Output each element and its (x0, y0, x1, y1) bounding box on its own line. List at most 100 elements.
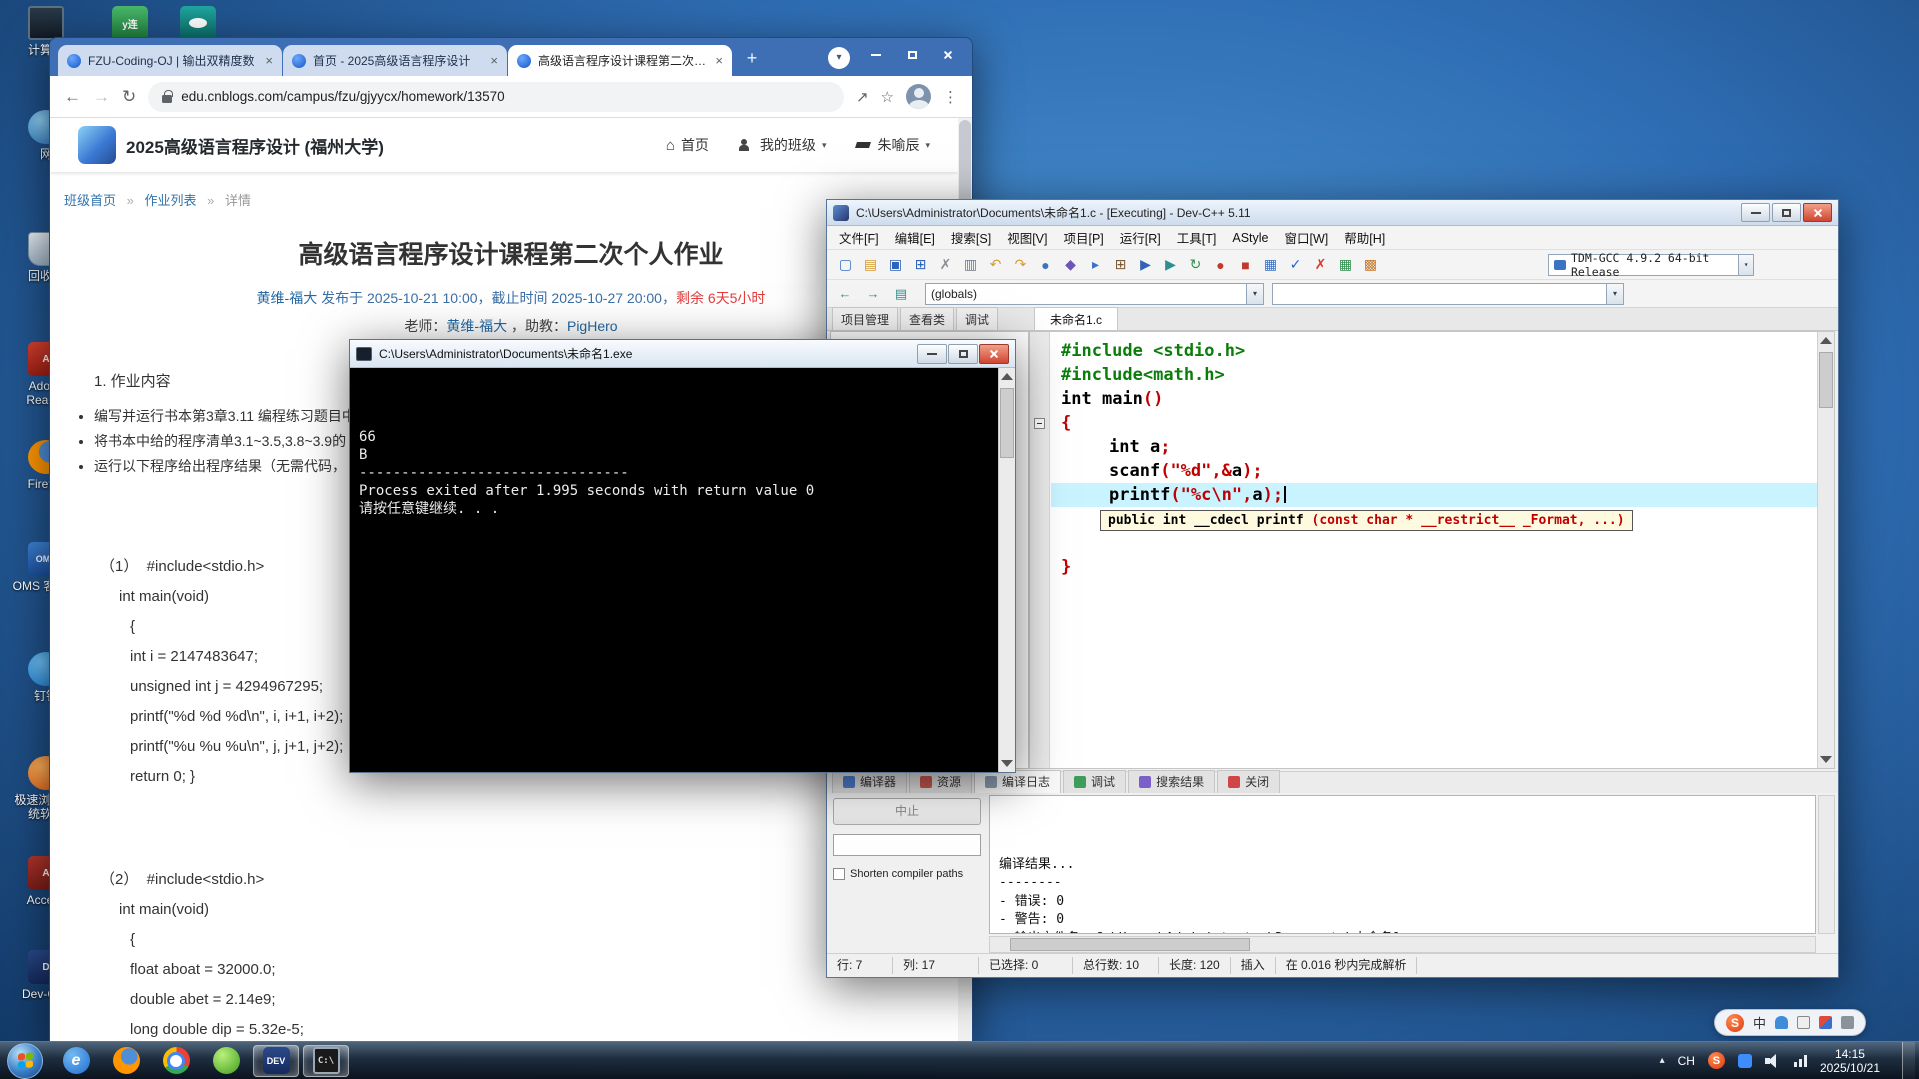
forward-icon[interactable]: → (861, 283, 885, 305)
menu-item[interactable]: 视图[V] (999, 225, 1055, 250)
print-icon[interactable]: ▥ (958, 253, 983, 277)
tab-close-icon[interactable]: × (490, 53, 498, 68)
console-titlebar[interactable]: C:\Users\Administrator\Documents\未命名1.ex… (350, 340, 1015, 368)
bottom-tab[interactable]: 编译日志 (974, 770, 1062, 793)
maximize-button[interactable] (894, 42, 930, 67)
console-scrollbar[interactable] (998, 368, 1015, 772)
taskbar-app[interactable]: e (53, 1045, 99, 1077)
minimize-button[interactable] (917, 343, 947, 364)
left-panel-tab[interactable]: 查看类 (900, 307, 955, 330)
find-icon[interactable]: ● (1033, 253, 1058, 277)
close-button[interactable] (1803, 203, 1832, 222)
run-icon[interactable]: ▶ (1133, 253, 1158, 277)
lock-icon[interactable] (162, 89, 173, 103)
tray-app-icon[interactable] (1737, 1053, 1752, 1068)
menu-item[interactable]: 搜索[S] (943, 225, 999, 250)
minimize-button[interactable] (858, 42, 894, 67)
menu-item[interactable]: 编辑[E] (887, 225, 943, 250)
keyboard-icon[interactable] (1797, 1016, 1811, 1029)
left-panel-tab[interactable]: 项目管理 (832, 307, 899, 330)
devcpp-titlebar[interactable]: C:\Users\Administrator\Documents\未命名1.c … (827, 200, 1838, 226)
browser-tab[interactable]: 高级语言程序设计课程第二次… × (508, 45, 732, 76)
bottom-tab[interactable]: 搜索结果 (1128, 770, 1216, 793)
teacher-link[interactable]: 黄维-福大 (446, 318, 507, 334)
menu-item[interactable]: 文件[F] (831, 225, 887, 250)
menu-item[interactable]: 运行[R] (1112, 225, 1169, 250)
show-desktop-button[interactable] (1902, 1041, 1915, 1079)
taskbar-app[interactable]: DEV (253, 1044, 299, 1077)
left-panel-tab[interactable]: 调试 (956, 307, 999, 330)
new-file-icon[interactable]: ▢ (833, 253, 858, 277)
menu-item[interactable]: AStyle (1224, 228, 1276, 248)
tray-expand-icon[interactable]: ▴ (1660, 1055, 1665, 1066)
bottom-tab[interactable]: 资源 (909, 770, 973, 793)
goto-line-icon[interactable]: ▸ (1083, 253, 1108, 277)
stop-icon[interactable]: ■ (1233, 253, 1258, 277)
url-bar[interactable]: edu.cnblogs.com/campus/fzu/gjyycx/homewo… (148, 81, 844, 112)
breadcrumb-home[interactable]: 班级首页 (64, 193, 116, 208)
close-button[interactable] (930, 42, 966, 67)
profile-avatar[interactable] (906, 84, 931, 109)
assistant-link[interactable]: PigHero (567, 318, 618, 334)
maximize-button[interactable] (1772, 203, 1801, 222)
profile-analyze-icon[interactable]: ▦ (1333, 253, 1358, 277)
bottom-tab[interactable]: 调试 (1063, 770, 1127, 793)
menu-item[interactable]: 帮助[H] (1336, 225, 1393, 250)
replace-icon[interactable]: ◆ (1058, 253, 1083, 277)
nav-home[interactable]: ⌂ 首页 (666, 135, 709, 155)
restore-button[interactable] (948, 343, 978, 364)
taskbar-clock[interactable]: 14:15 2025/10/21 (1820, 1047, 1880, 1075)
author-link[interactable]: 黄维-福大 (257, 290, 318, 306)
editor-scrollbar[interactable] (1817, 332, 1834, 768)
menu-item[interactable]: 工具[T] (1169, 225, 1225, 250)
share-icon[interactable]: ↗ (856, 88, 869, 106)
redo-icon[interactable]: ↷ (1008, 253, 1033, 277)
start-button[interactable] (7, 1042, 43, 1079)
rebuild-icon[interactable]: ↻ (1183, 253, 1208, 277)
undo-icon[interactable]: ↶ (983, 253, 1008, 277)
close-button[interactable] (979, 343, 1009, 364)
browser-tab[interactable]: FZU-Coding-OJ | 输出双精度数 × (58, 45, 282, 76)
sogou-logo-icon[interactable]: S (1726, 1013, 1744, 1032)
globals-select[interactable]: (globals) ▾ (925, 282, 1264, 305)
abort-button[interactable]: 中止 (833, 798, 981, 825)
menu-item[interactable]: 项目[P] (1055, 225, 1111, 250)
browser-tab[interactable]: 首页 - 2025高级语言程序设计 × (283, 45, 507, 76)
bottom-tab[interactable]: 关闭 (1217, 770, 1281, 793)
log-vscrollbar[interactable] (1818, 795, 1835, 934)
save-all-icon[interactable]: ⊞ (908, 253, 933, 277)
taskbar-app[interactable] (103, 1045, 149, 1077)
ime-mode-toggle[interactable]: 中 (1753, 1013, 1766, 1032)
close-file-icon[interactable]: ✗ (933, 253, 958, 277)
ime-toolbar[interactable]: S 中 (1714, 1009, 1867, 1036)
nav-my-class[interactable]: 我的班级 ▾ (738, 135, 826, 155)
open-icon[interactable]: ▤ (858, 253, 883, 277)
taskbar-app[interactable] (203, 1045, 249, 1077)
site-logo[interactable] (78, 126, 116, 164)
goto-declaration-icon[interactable]: ▤ (889, 283, 913, 305)
new-tab-button[interactable]: + (739, 46, 765, 72)
minimize-button[interactable] (1741, 203, 1770, 222)
save-icon[interactable]: ▣ (883, 253, 908, 277)
microphone-icon[interactable] (1775, 1016, 1789, 1029)
back-icon[interactable]: ← (833, 283, 857, 305)
toolbox-icon[interactable] (1841, 1016, 1855, 1029)
taskbar-app[interactable]: C:\ (303, 1044, 349, 1077)
tab-search-icon[interactable]: ▾ (828, 47, 850, 69)
compile-icon[interactable]: ⊞ (1108, 253, 1133, 277)
delete-profile-icon[interactable]: ▩ (1358, 253, 1383, 277)
back-icon[interactable]: ← (64, 87, 81, 107)
code-editor[interactable]: #include <stdio.h> #include<math.h> int … (1029, 331, 1835, 769)
nav-user[interactable]: 朱喻辰 ▾ (856, 135, 930, 155)
fold-marker-icon[interactable] (1034, 418, 1045, 429)
network-icon[interactable] (1793, 1054, 1807, 1067)
compile-log-output[interactable]: 编译结果... -------- - 错误: 0 - 警告: 0 - 输出文件名: C:… (989, 795, 1816, 934)
sogou-tray-icon[interactable]: S (1707, 1052, 1725, 1069)
bookmark-star-icon[interactable]: ☆ (881, 88, 894, 106)
log-hscrollbar[interactable] (989, 936, 1816, 953)
browser-menu-icon[interactable]: ⋮ (943, 88, 958, 106)
tab-close-icon[interactable]: × (265, 53, 273, 68)
menu-item[interactable]: 窗口[W] (1277, 225, 1337, 250)
syntax-check-icon[interactable]: ✓ (1283, 253, 1308, 277)
compile-run-icon[interactable]: ▶ (1158, 253, 1183, 277)
